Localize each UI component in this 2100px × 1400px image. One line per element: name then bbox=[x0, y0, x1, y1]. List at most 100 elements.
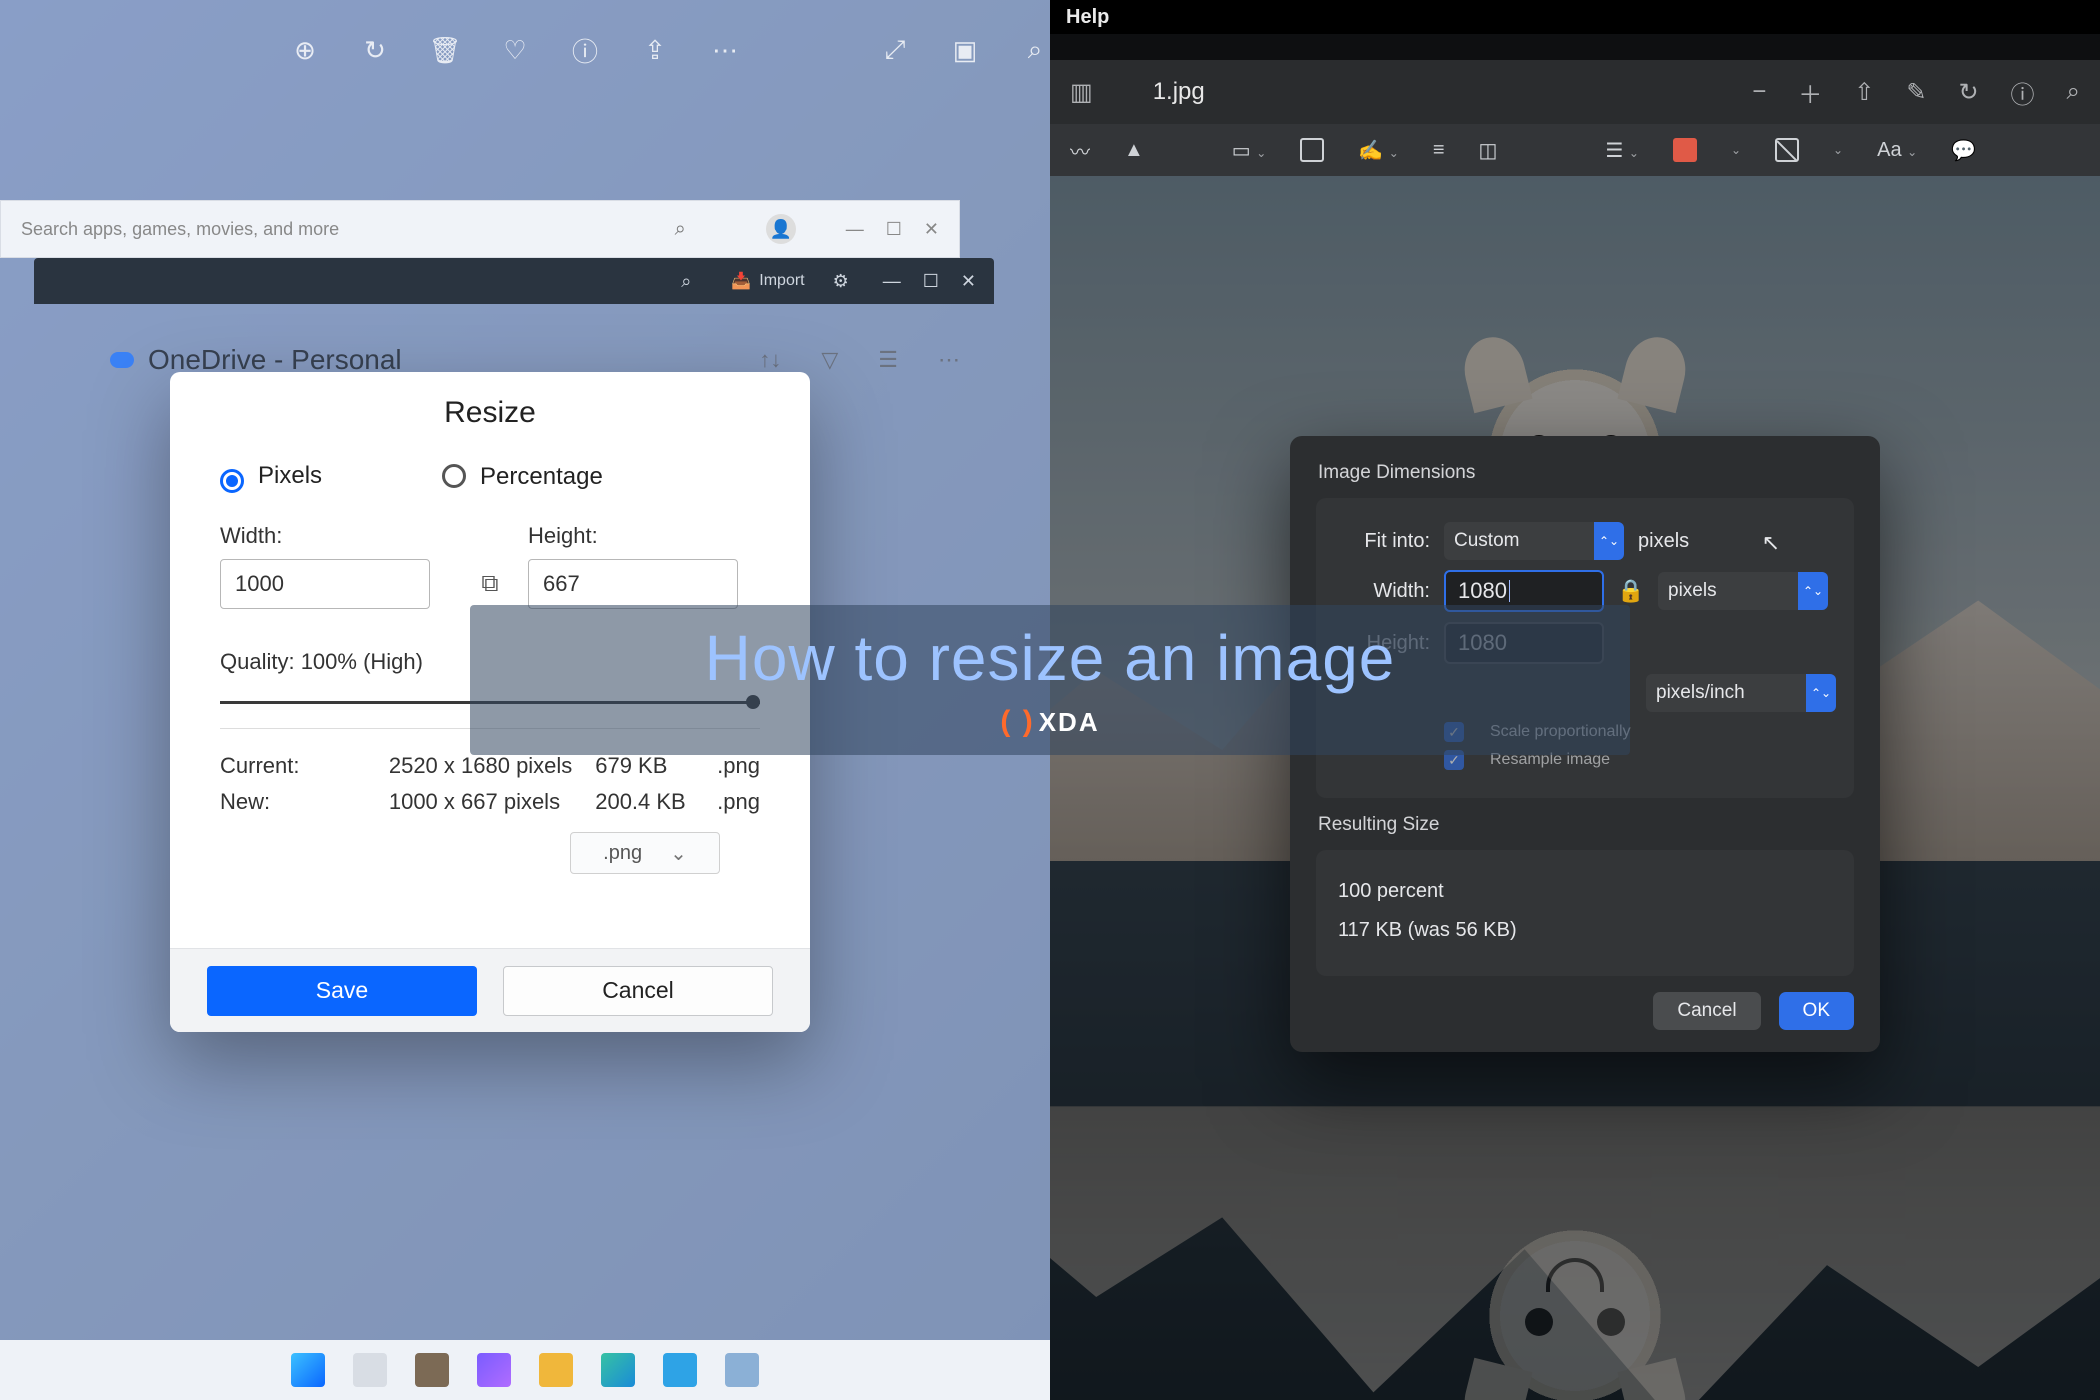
menu-help[interactable]: Help bbox=[1066, 6, 1109, 29]
unit-select[interactable]: pixels ⌃⌄ bbox=[1658, 572, 1828, 610]
headline: How to resize an image bbox=[705, 621, 1396, 695]
article-title-overlay: How to resize an image ( )XDA bbox=[470, 605, 1630, 755]
file-name: 1.jpg bbox=[1153, 78, 1205, 106]
folder-icon[interactable] bbox=[539, 1353, 573, 1387]
zoom-out-icon[interactable]: − bbox=[1752, 78, 1766, 106]
sort-icon[interactable]: ↑↓ bbox=[759, 347, 781, 373]
slideshow-icon[interactable]: ▣ bbox=[950, 35, 980, 65]
markup-toolbar: 〰 ▲ ▭ ⌄ ✍ ⌄ ≡ ◫ ☰ ⌄ ⌄ ⌄ Aa ⌄ 💬 bbox=[1050, 124, 2100, 176]
image-canvas: Image Dimensions Fit into: Custom ⌃⌄ pix… bbox=[1050, 176, 2100, 1400]
fit-into-select[interactable]: Custom ⌃⌄ bbox=[1444, 522, 1624, 560]
new-label: New: bbox=[220, 789, 389, 815]
resolution-unit-select[interactable]: pixels/inch ⌃⌄ bbox=[1646, 674, 1836, 712]
maximize-icon[interactable]: ☐ bbox=[886, 219, 902, 240]
align-icon[interactable]: ≡ bbox=[1433, 139, 1445, 162]
link-aspect-icon[interactable]: ⧉ bbox=[472, 559, 508, 609]
rotate-icon[interactable]: ↻ bbox=[360, 35, 390, 65]
zoom-icon[interactable]: ⌕ bbox=[1020, 35, 1050, 65]
store-search-bar[interactable]: Search apps, games, movies, and more ⌕ 👤… bbox=[0, 200, 960, 258]
section-result: Resulting Size bbox=[1318, 814, 1854, 836]
chat-icon[interactable] bbox=[477, 1353, 511, 1387]
mac-cancel-button[interactable]: Cancel bbox=[1653, 992, 1760, 1030]
current-size: 679 KB bbox=[595, 753, 717, 779]
current-label: Current: bbox=[220, 753, 389, 779]
section-dimensions: Image Dimensions bbox=[1318, 462, 1854, 484]
crop-icon[interactable]: ◫ bbox=[1479, 138, 1498, 163]
taskbar-search-icon[interactable] bbox=[353, 1353, 387, 1387]
settings-icon[interactable]: ⚙ bbox=[833, 271, 849, 292]
more-icon[interactable]: ⋯ bbox=[710, 35, 740, 65]
cancel-button[interactable]: Cancel bbox=[503, 966, 773, 1016]
view-icon[interactable]: ☰ bbox=[878, 347, 898, 373]
highlight-icon[interactable]: ▲ bbox=[1124, 139, 1144, 162]
size-info: Current: 2520 x 1680 pixels 679 KB .png … bbox=[170, 753, 810, 815]
note-icon[interactable]: 💬 bbox=[1951, 138, 1976, 163]
import-button[interactable]: 📥 Import bbox=[731, 271, 804, 291]
minimize-icon[interactable]: — bbox=[846, 219, 864, 240]
info-icon[interactable]: ⓘ bbox=[570, 35, 600, 65]
sidebar-icon[interactable]: ▥ bbox=[1070, 78, 1093, 107]
zoom-in-icon[interactable]: ＋ bbox=[1798, 75, 1822, 110]
markup-icon[interactable]: ✎ bbox=[1906, 78, 1926, 107]
explorer-icon[interactable] bbox=[415, 1353, 449, 1387]
new-size: 200.4 KB bbox=[595, 789, 717, 815]
current-ext: .png bbox=[717, 753, 760, 779]
filter-icon[interactable]: ▽ bbox=[821, 347, 838, 373]
share-icon[interactable]: ⇪ bbox=[640, 35, 670, 65]
fit-into-label: Fit into: bbox=[1334, 530, 1430, 553]
photos-icon[interactable] bbox=[663, 1353, 697, 1387]
search-icon[interactable]: ⌕ bbox=[675, 218, 686, 241]
width-label: Width: bbox=[220, 523, 452, 549]
extension-select[interactable]: .png⌄ bbox=[570, 832, 720, 874]
search-icon[interactable]: ⌕ bbox=[681, 271, 691, 292]
photos-top-toolbar: ⊕ ↻ 🗑 ♡ ⓘ ⇪ ⋯ ⤢ ▣ ⌕ bbox=[0, 20, 1050, 80]
delete-icon[interactable]: 🗑 bbox=[430, 35, 460, 65]
minimize-icon[interactable]: — bbox=[883, 271, 901, 292]
add-icon[interactable]: ⊕ bbox=[290, 35, 320, 65]
cloud-icon bbox=[110, 352, 134, 368]
width-input[interactable]: 1000 bbox=[220, 559, 430, 609]
search-icon[interactable]: ⌕ bbox=[2067, 78, 2080, 106]
save-button[interactable]: Save bbox=[207, 966, 477, 1016]
start-icon[interactable] bbox=[291, 1353, 325, 1387]
radio-pixels[interactable]: Pixels bbox=[220, 462, 322, 490]
app-header-dark: ⌕ 📥 Import ⚙ — ☐ ✕ bbox=[34, 258, 994, 304]
current-dims: 2520 x 1680 pixels bbox=[389, 753, 595, 779]
info-icon[interactable]: ⓘ bbox=[2011, 75, 2035, 110]
favorite-icon[interactable]: ♡ bbox=[500, 35, 530, 65]
search-placeholder: Search apps, games, movies, and more bbox=[21, 219, 339, 240]
text-style-icon[interactable]: Aa ⌄ bbox=[1877, 139, 1917, 162]
select-caret-icon: ⌃⌄ bbox=[1806, 674, 1836, 712]
close-icon[interactable]: ✕ bbox=[924, 219, 939, 240]
new-dims: 1000 x 667 pixels bbox=[389, 789, 595, 815]
result-percent: 100 percent bbox=[1338, 880, 1832, 903]
radio-percentage[interactable]: Percentage bbox=[442, 460, 603, 491]
select-caret-icon: ⌃⌄ bbox=[1594, 522, 1624, 560]
result-size: 117 KB (was 56 KB) bbox=[1338, 919, 1832, 942]
edge-icon[interactable] bbox=[601, 1353, 635, 1387]
mouse-cursor-icon: ↖ bbox=[1762, 530, 1780, 556]
mac-ok-button[interactable]: OK bbox=[1779, 992, 1854, 1030]
rotate-icon[interactable]: ↻ bbox=[1958, 78, 1978, 107]
fill-color-icon[interactable] bbox=[1775, 138, 1799, 162]
text-box-icon[interactable] bbox=[1300, 138, 1324, 162]
user-avatar-icon[interactable]: 👤 bbox=[766, 214, 796, 244]
more-icon[interactable]: ⋯ bbox=[938, 347, 960, 373]
share-icon[interactable]: ⇧ bbox=[1854, 78, 1874, 107]
close-icon[interactable]: ✕ bbox=[961, 271, 976, 292]
chevron-down-icon: ⌄ bbox=[670, 841, 687, 866]
line-weight-icon[interactable]: ☰ ⌄ bbox=[1605, 138, 1639, 163]
xda-logo: ( )XDA bbox=[1000, 705, 1099, 739]
height-label: Height: bbox=[528, 523, 760, 549]
pen-icon[interactable]: 〰 bbox=[1070, 136, 1090, 165]
app-icon[interactable] bbox=[725, 1353, 759, 1387]
fit-suffix: pixels bbox=[1638, 530, 1689, 553]
expand-icon[interactable]: ⤢ bbox=[880, 35, 910, 65]
maximize-icon[interactable]: ☐ bbox=[923, 271, 939, 292]
shapes-icon[interactable]: ▭ ⌄ bbox=[1232, 138, 1267, 163]
height-input[interactable]: 667 bbox=[528, 559, 738, 609]
sign-icon[interactable]: ✍ ⌄ bbox=[1358, 138, 1399, 163]
lock-aspect-icon[interactable]: 🔒 bbox=[1618, 578, 1644, 604]
windows-taskbar bbox=[0, 1340, 1050, 1400]
stroke-color-icon[interactable] bbox=[1673, 138, 1697, 162]
